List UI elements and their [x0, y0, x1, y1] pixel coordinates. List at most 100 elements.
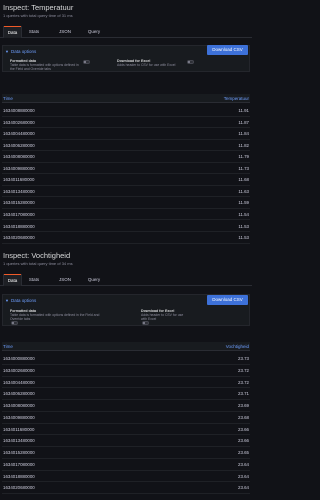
table-row: 1634008080000 11.79 — [2, 151, 250, 163]
table-row: 1634017080000 23.64 — [2, 459, 250, 471]
cell-value: 11.53 — [238, 235, 249, 241]
column-header-time[interactable]: Time — [3, 342, 13, 351]
formatted-data-toggle[interactable] — [11, 321, 18, 325]
cell-time: 1634011680000 — [3, 177, 35, 183]
tab-stats[interactable]: Stats — [24, 26, 44, 38]
data-options-label: Data options — [11, 49, 37, 54]
inspect-title: Inspect: Vochtigheid — [3, 251, 71, 260]
cell-time: 1634015280000 — [3, 450, 35, 455]
tab-json[interactable]: JSON — [54, 26, 76, 38]
cell-value: 11.68 — [238, 177, 249, 183]
inspect-panel-temperatuur: Inspect: Temperatuur 1 queries with tota… — [0, 0, 252, 245]
table-row: 1634013480000 23.66 — [2, 435, 250, 447]
excel-desc: Adds header to CSV for use with Excel — [141, 313, 184, 321]
table-row: 1634000880000 23.73 — [2, 353, 250, 365]
cell-time: 1634008080000 — [3, 403, 35, 408]
cell-value: 23.72 — [238, 367, 249, 373]
column-header-value[interactable]: Temperatuur — [224, 94, 249, 103]
cell-value: 11.54 — [238, 211, 249, 217]
inspect-panel-vochtigheid: Inspect: Vochtigheid 1 queries with tota… — [0, 248, 252, 500]
table-row: 1634006280000 11.82 — [2, 140, 250, 152]
tab-json[interactable]: JSON — [54, 274, 76, 286]
inspect-subtitle: 1 queries with total query time of 31 ms — [3, 13, 73, 18]
table-row: 1634018880000 23.64 — [2, 471, 250, 483]
table-row: 1634004480000 11.84 — [2, 128, 250, 140]
formatted-data-option: Formatted data Table data is formatted w… — [10, 309, 110, 321]
cell-time: 1634004480000 — [3, 131, 35, 137]
cell-time: 1634017080000 — [3, 211, 35, 217]
inspect-tabs: Data Stats JSON Query — [0, 274, 252, 286]
cell-time: 1634017080000 — [3, 461, 35, 467]
cell-value: 23.71 — [238, 391, 249, 397]
inspect-title: Inspect: Temperatuur — [3, 3, 74, 12]
cell-time: 1634020680000 — [3, 235, 35, 241]
tab-data[interactable]: Data — [3, 274, 22, 286]
excel-option: Download for Excel Adds header to CSV fo… — [141, 309, 187, 321]
cell-value: 23.66 — [238, 438, 249, 444]
cell-value: 11.63 — [238, 188, 249, 194]
formatted-data-desc: Table data is formatted with options def… — [10, 63, 79, 71]
table-row: 1634020680000 11.53 — [2, 232, 250, 244]
cell-value: 23.72 — [238, 379, 249, 385]
excel-option: Download for Excel Adds header to CSV fo… — [117, 59, 187, 67]
table-row: 1634011680000 11.68 — [2, 174, 250, 186]
cell-value: 23.64 — [238, 461, 249, 467]
cell-value: 11.82 — [238, 142, 249, 148]
tab-query[interactable]: Query — [82, 26, 106, 38]
cell-time: 1634009880000 — [3, 414, 35, 420]
cell-value: 11.91 — [238, 108, 249, 113]
cell-value: 23.73 — [238, 356, 249, 361]
data-options-toggle[interactable]: ▼ Data options — [5, 297, 36, 305]
column-header-time[interactable]: Time — [3, 94, 13, 103]
cell-value: 11.59 — [238, 200, 249, 206]
table-header: Time Vochtigheid — [2, 342, 250, 351]
formatted-data-toggle[interactable] — [83, 60, 90, 64]
table-row: 1634020680000 23.64 — [2, 482, 250, 494]
excel-desc: Adds header to CSV for use with Excel — [117, 63, 176, 67]
table-row: 1634002680000 11.87 — [2, 117, 250, 129]
cell-value: 11.73 — [238, 165, 249, 171]
table-row: 1634008080000 23.69 — [2, 400, 250, 412]
cell-time: 1634018880000 — [3, 473, 35, 479]
table-row: 1634009880000 11.73 — [2, 163, 250, 175]
excel-toggle[interactable] — [187, 60, 194, 64]
inspect-subtitle: 1 queries with total query time of 34 ms — [3, 261, 73, 266]
table-row: 1634015280000 23.65 — [2, 447, 250, 459]
cell-value: 23.68 — [238, 414, 249, 420]
cell-value: 23.65 — [238, 450, 249, 455]
cell-time: 1634008080000 — [3, 154, 35, 160]
cell-time: 1634006280000 — [3, 142, 35, 148]
cell-time: 1634004480000 — [3, 379, 35, 385]
tab-query[interactable]: Query — [82, 274, 106, 286]
table-header: Time Temperatuur — [2, 94, 250, 103]
table-row: 1634015280000 11.59 — [2, 197, 250, 209]
excel-toggle[interactable] — [142, 321, 149, 325]
data-options-label: Data options — [11, 298, 37, 303]
cell-time: 1634002680000 — [3, 119, 35, 125]
cell-value: 11.79 — [238, 154, 249, 160]
tab-stats[interactable]: Stats — [24, 274, 44, 286]
cell-time: 1634009880000 — [3, 165, 35, 171]
cell-value: 23.69 — [238, 403, 249, 408]
table-row: 1634004480000 23.72 — [2, 377, 250, 389]
download-csv-button[interactable]: Download CSV — [207, 45, 248, 55]
tab-data[interactable]: Data — [3, 26, 22, 38]
cell-time: 1634008880000 — [3, 108, 35, 113]
cell-time: 1634011680000 — [3, 426, 35, 432]
table-row: 1634011680000 23.66 — [2, 424, 250, 436]
cell-value: 23.64 — [238, 485, 249, 491]
table-row: 1634017080000 11.54 — [2, 209, 250, 221]
cell-value: 23.64 — [238, 473, 249, 479]
cell-value: 23.66 — [238, 426, 249, 432]
table-row: 1634018880000 11.53 — [2, 221, 250, 233]
cell-time: 1634002680000 — [3, 367, 35, 373]
table-row: 1634008880000 11.91 — [2, 105, 250, 117]
cell-time: 1634013480000 — [3, 188, 35, 194]
table-row: 1634002680000 23.72 — [2, 365, 250, 377]
cell-time: 1634013480000 — [3, 438, 35, 444]
download-csv-button[interactable]: Download CSV — [207, 295, 248, 305]
data-options-toggle[interactable]: ▼ Data options — [5, 48, 36, 56]
cell-time: 1634006280000 — [3, 391, 35, 397]
column-header-value[interactable]: Vochtigheid — [226, 342, 249, 351]
table-row: 1634009880000 23.68 — [2, 412, 250, 424]
